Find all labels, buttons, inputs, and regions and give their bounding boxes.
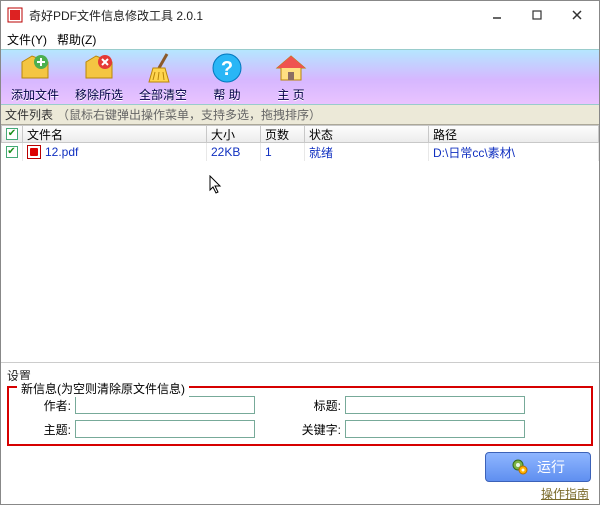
table-row[interactable]: 12.pdf 22KB 1 就绪 D:\日常cc\素材\: [1, 143, 599, 161]
title-input[interactable]: [345, 396, 525, 414]
file-list-title: 文件列表: [5, 106, 53, 123]
gear-icon: [511, 458, 529, 476]
row-size: 22KB: [207, 143, 261, 161]
clear-all-button[interactable]: 全部清空: [135, 52, 191, 103]
column-headers: 文件名 大小 页数 状态 路径: [1, 125, 599, 143]
clear-label: 全部清空: [135, 86, 191, 103]
home-label: 主 页: [263, 86, 319, 103]
file-list-hint: （鼠标右键弹出操作菜单，支持多选，拖拽排序）: [57, 106, 321, 123]
svg-text:?: ?: [221, 58, 233, 80]
new-info-fieldset: 新信息(为空则清除原文件信息) 作者: 标题: 主题: 关键字:: [7, 386, 593, 446]
row-path: D:\日常cc\素材\: [429, 143, 599, 161]
col-size[interactable]: 大小: [207, 125, 261, 143]
maximize-button[interactable]: [517, 3, 557, 27]
add-file-label: 添加文件: [7, 86, 63, 103]
row-checkbox[interactable]: [6, 146, 18, 158]
broom-icon: [147, 52, 179, 84]
file-list-header: 文件列表 （鼠标右键弹出操作菜单，支持多选，拖拽排序）: [1, 105, 599, 125]
fieldset-legend: 新信息(为空则清除原文件信息): [17, 380, 189, 397]
run-button[interactable]: 运行: [485, 452, 591, 482]
col-path[interactable]: 路径: [429, 125, 599, 143]
mouse-cursor-icon: [209, 175, 225, 195]
select-all-checkbox[interactable]: [6, 128, 18, 140]
add-file-button[interactable]: 添加文件: [7, 52, 63, 103]
add-file-icon: [19, 52, 51, 84]
subject-input[interactable]: [75, 420, 255, 438]
menu-help[interactable]: 帮助(Z): [57, 31, 96, 48]
close-button[interactable]: [557, 3, 597, 27]
col-checkbox[interactable]: [1, 125, 23, 143]
home-button[interactable]: 主 页: [263, 52, 319, 103]
col-pages[interactable]: 页数: [261, 125, 305, 143]
remove-icon: [83, 52, 115, 84]
row-filename: 12.pdf: [45, 145, 78, 159]
bottom-bar: 运行: [7, 448, 591, 486]
home-icon: [275, 52, 307, 84]
col-name[interactable]: 文件名: [23, 125, 207, 143]
remove-label: 移除所选: [71, 86, 127, 103]
menubar: 文件(Y) 帮助(Z): [1, 29, 599, 49]
guide-link[interactable]: 操作指南: [541, 485, 589, 502]
run-label: 运行: [537, 457, 565, 477]
subject-label: 主题:: [15, 421, 75, 438]
titlebar: 奇好PDF文件信息修改工具 2.0.1: [1, 1, 599, 29]
toolbar: 添加文件 移除所选 全部清空 ? 帮 助 主 页: [1, 49, 599, 105]
menu-file[interactable]: 文件(Y): [7, 31, 47, 48]
pdf-file-icon: [27, 145, 41, 159]
window-title: 奇好PDF文件信息修改工具 2.0.1: [29, 7, 477, 24]
col-status[interactable]: 状态: [305, 125, 429, 143]
row-status: 就绪: [305, 143, 429, 161]
app-icon: [7, 7, 23, 23]
keywords-input[interactable]: [345, 420, 525, 438]
title-label: 标题:: [285, 397, 345, 414]
remove-selected-button[interactable]: 移除所选: [71, 52, 127, 103]
help-icon: ?: [211, 52, 243, 84]
author-input[interactable]: [75, 396, 255, 414]
file-list[interactable]: 12.pdf 22KB 1 就绪 D:\日常cc\素材\: [1, 143, 599, 363]
author-label: 作者:: [15, 397, 75, 414]
row-pages: 1: [261, 143, 305, 161]
help-label: 帮 助: [199, 86, 255, 103]
help-button[interactable]: ? 帮 助: [199, 52, 255, 103]
minimize-button[interactable]: [477, 3, 517, 27]
keywords-label: 关键字:: [285, 421, 345, 438]
